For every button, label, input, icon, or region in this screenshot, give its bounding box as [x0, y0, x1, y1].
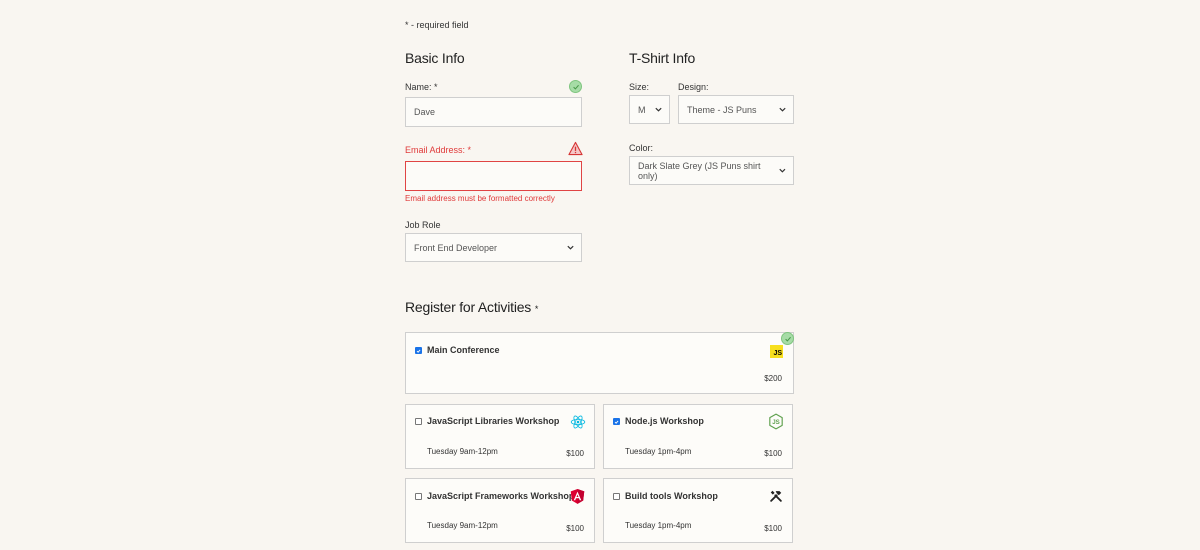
design-value: Theme - JS Puns	[687, 104, 757, 115]
email-required-mark: *	[467, 145, 472, 155]
build-tools-cost: $100	[764, 524, 782, 533]
chevron-down-icon	[567, 245, 574, 250]
build-tools-checkbox[interactable]	[613, 493, 620, 500]
color-value: Dark Slate Grey (JS Puns shirt only)	[638, 160, 761, 181]
js-icon: JS	[770, 345, 783, 358]
nodejs-time: Tuesday 1pm-4pm	[625, 447, 692, 456]
js-libraries-cost: $100	[566, 449, 584, 458]
activities-title: Register for Activities *	[405, 299, 538, 315]
email-label-text: Email Address:	[405, 145, 466, 155]
checkmark-icon	[416, 349, 421, 353]
nodejs-icon: JS	[768, 413, 784, 435]
main-conference-checkbox[interactable]	[415, 347, 422, 354]
js-frameworks-name: JavaScript Frameworks Workshop	[427, 491, 575, 501]
email-input[interactable]	[405, 161, 582, 191]
name-valid-check-icon	[569, 80, 582, 93]
job-role-label: Job Role	[405, 220, 441, 230]
basic-info-title: Basic Info	[405, 50, 465, 66]
chevron-down-icon	[655, 107, 662, 112]
color-label: Color:	[629, 143, 654, 153]
email-error-message: Email address must be formatted correctl…	[405, 194, 555, 203]
main-conference-name: Main Conference	[427, 345, 500, 355]
name-required-mark: *	[434, 82, 438, 92]
design-select[interactable]: Theme - JS Puns	[678, 95, 794, 124]
activities-valid-check-icon	[781, 332, 794, 345]
react-icon	[570, 414, 586, 435]
color-select[interactable]: Dark Slate Grey (JS Puns shirt only)	[629, 156, 794, 185]
tools-icon	[769, 489, 783, 508]
required-field-note: * - required field	[405, 20, 469, 30]
chevron-down-icon	[779, 168, 786, 173]
job-role-value: Front End Developer	[414, 242, 498, 253]
name-label-text: Name:	[405, 82, 432, 92]
js-frameworks-checkbox[interactable]	[415, 493, 422, 500]
nodejs-cost: $100	[764, 449, 782, 458]
build-tools-name: Build tools Workshop	[625, 491, 718, 501]
js-libraries-name: JavaScript Libraries Workshop	[427, 416, 560, 426]
size-select[interactable]: M	[629, 95, 670, 124]
main-conference-cost: $200	[764, 374, 782, 383]
activities-required-mark: *	[534, 304, 539, 314]
name-input[interactable]: Dave	[405, 97, 582, 127]
name-label: Name: *	[405, 82, 438, 92]
nodejs-name: Node.js Workshop	[625, 416, 704, 426]
js-libraries-checkbox[interactable]	[415, 418, 422, 425]
chevron-down-icon	[779, 107, 786, 112]
js-libraries-time: Tuesday 9am-12pm	[427, 447, 498, 456]
activity-card-build-tools[interactable]: Build tools Workshop Tuesday 1pm-4pm $10…	[603, 478, 793, 543]
js-frameworks-cost: $100	[566, 524, 584, 533]
size-label: Size:	[629, 82, 650, 92]
nodejs-checkbox[interactable]	[613, 418, 620, 425]
activities-title-text: Register for Activities	[405, 299, 532, 315]
svg-text:JS: JS	[772, 419, 780, 426]
email-label: Email Address: *	[405, 145, 471, 155]
js-frameworks-time: Tuesday 9am-12pm	[427, 521, 498, 530]
tshirt-info-title: T-Shirt Info	[629, 50, 696, 66]
activity-card-main-conference[interactable]: Main Conference JS $200	[405, 332, 794, 394]
build-tools-time: Tuesday 1pm-4pm	[625, 521, 692, 530]
activity-card-nodejs[interactable]: Node.js Workshop JS Tuesday 1pm-4pm $100	[603, 404, 793, 469]
job-role-select[interactable]: Front End Developer	[405, 233, 582, 262]
name-input-value: Dave	[414, 107, 436, 117]
activity-card-js-libraries[interactable]: JavaScript Libraries Workshop Tuesday 9a…	[405, 404, 595, 469]
design-label: Design:	[678, 82, 709, 92]
warning-icon	[568, 141, 583, 161]
activity-card-js-frameworks[interactable]: JavaScript Frameworks Workshop Tuesday 9…	[405, 478, 595, 543]
size-value: M	[638, 104, 646, 115]
angular-icon	[570, 488, 585, 510]
checkmark-icon	[614, 420, 619, 424]
